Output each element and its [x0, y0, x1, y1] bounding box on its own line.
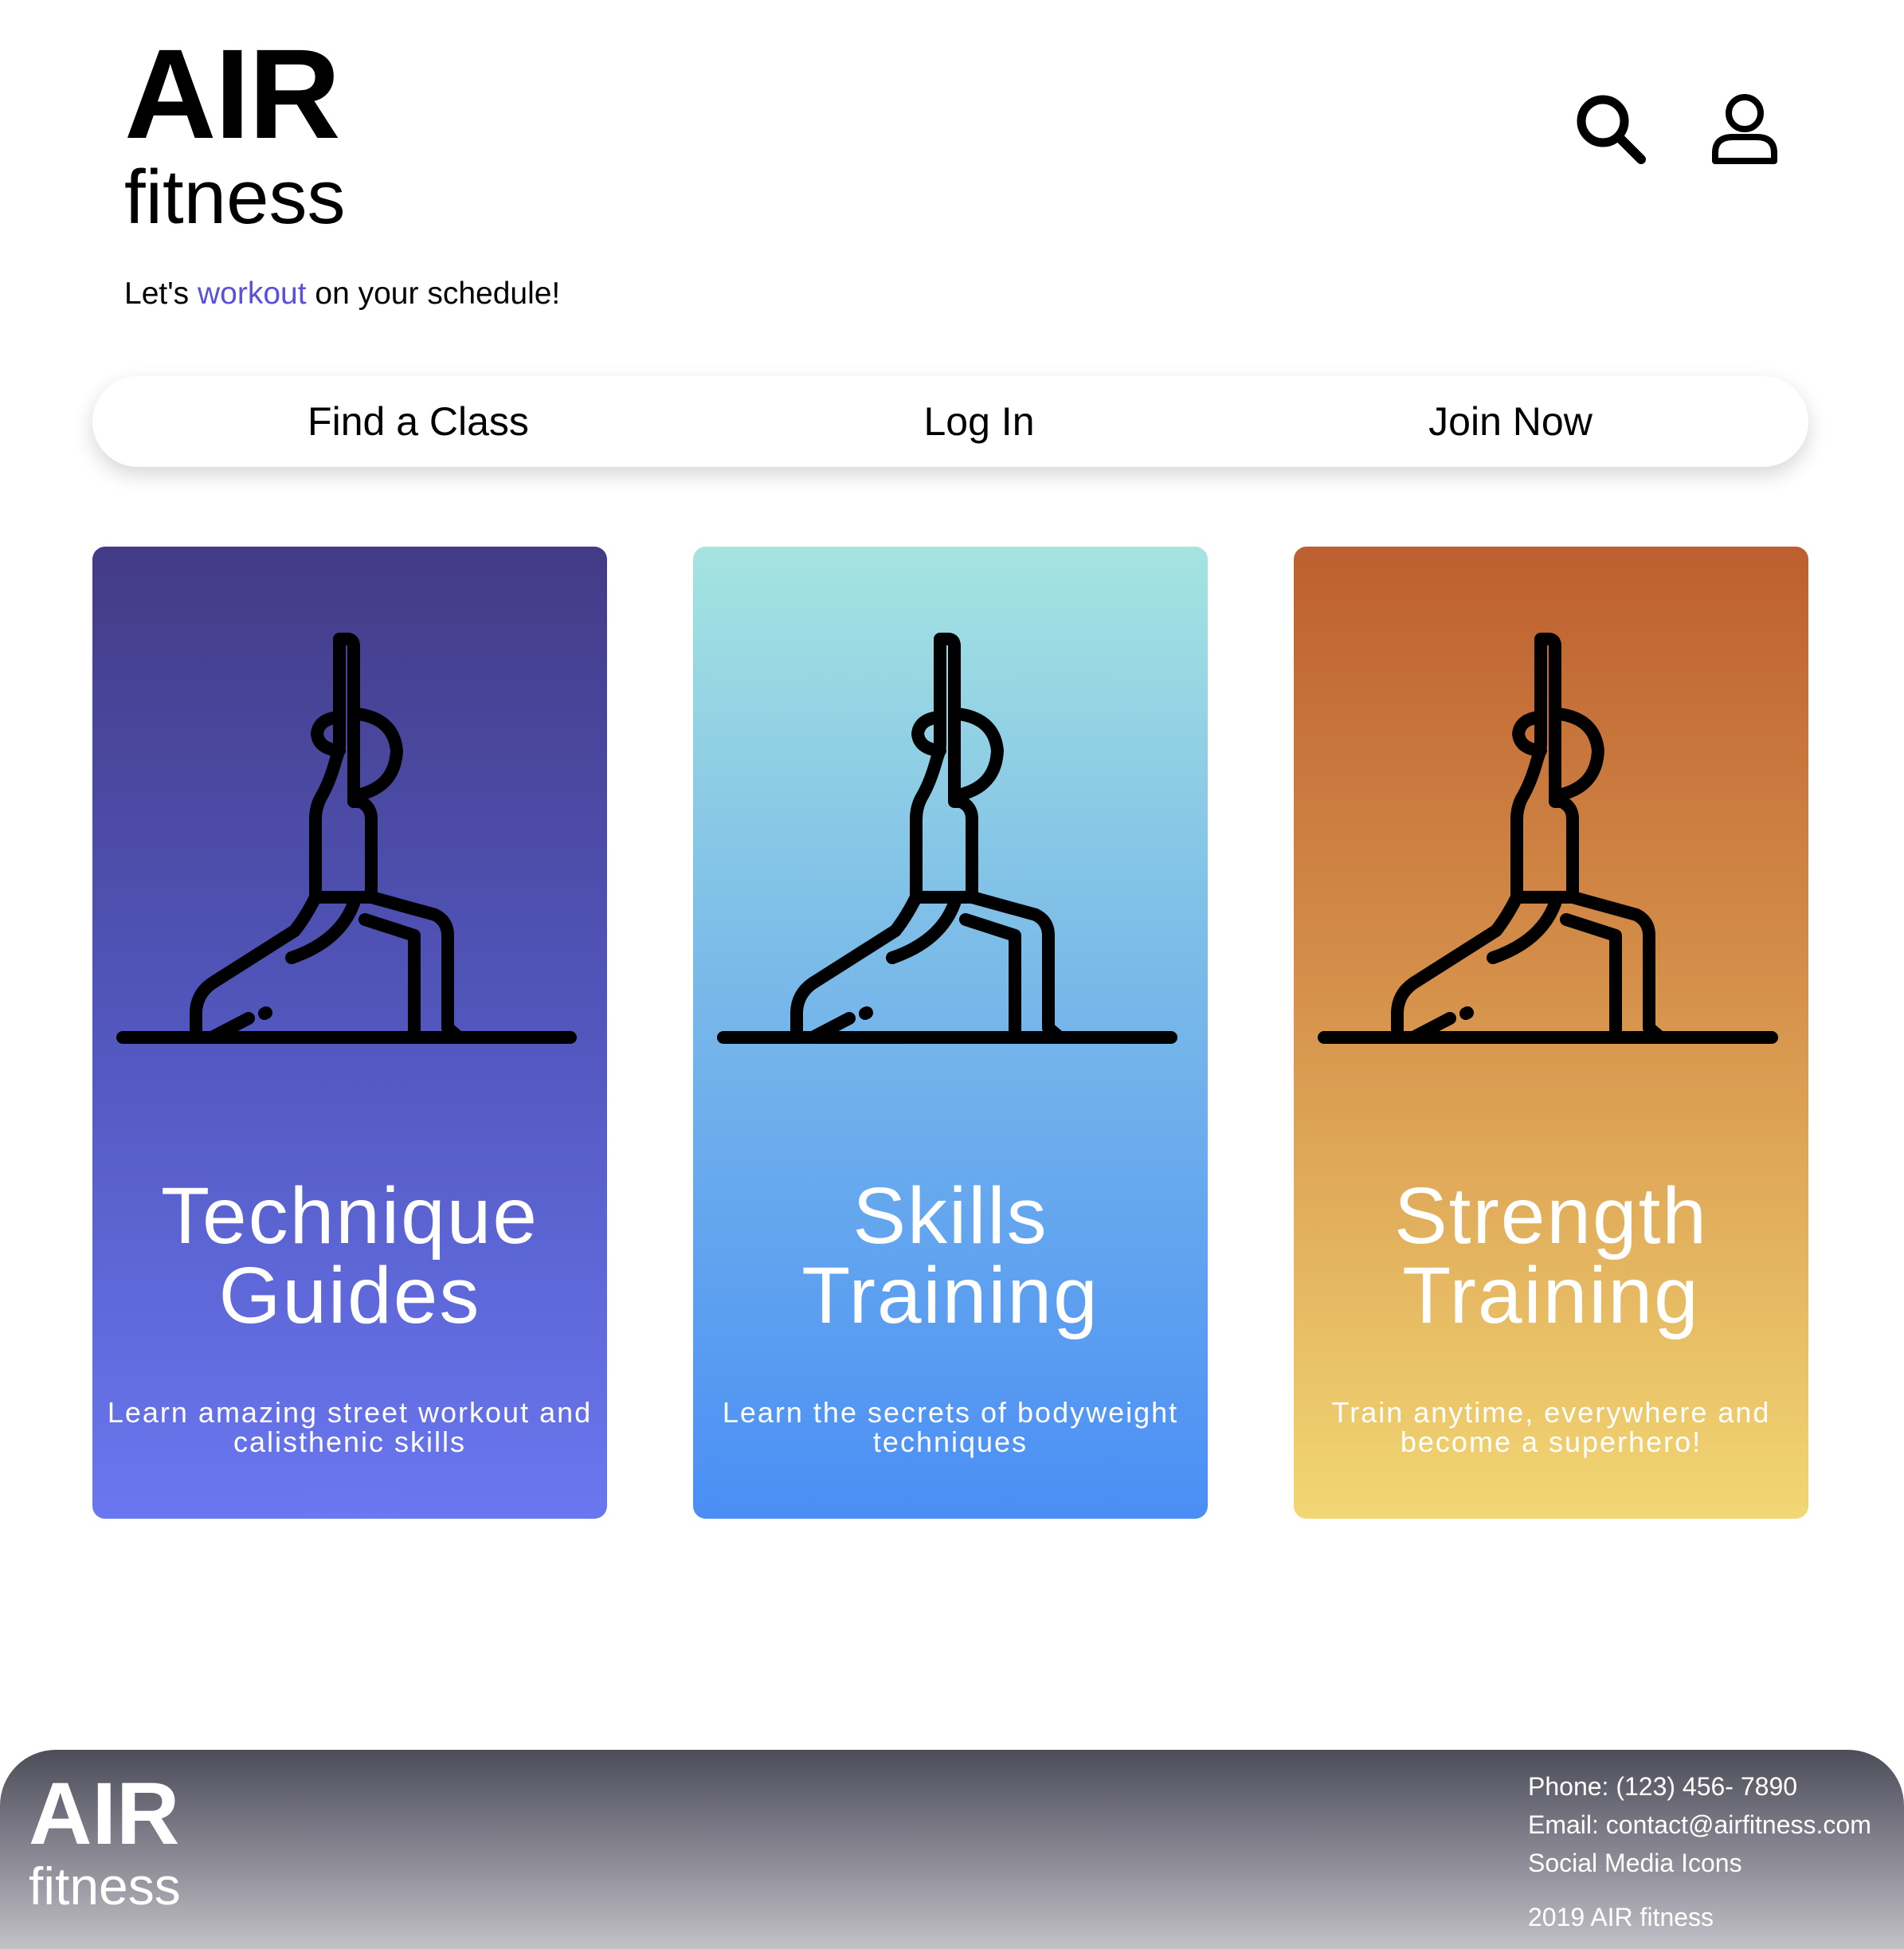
nav-join-now[interactable]: Join Now	[1428, 376, 1593, 467]
footer-logo[interactable]: AIR fitness	[29, 1765, 181, 1916]
nav-find-a-class[interactable]: Find a Class	[308, 376, 529, 467]
footer-social-icons[interactable]: Social Media Icons	[1528, 1844, 1871, 1882]
user-icon[interactable]	[1705, 89, 1785, 169]
tagline-start: Let's	[124, 276, 198, 311]
yoga-pose-icon	[116, 633, 577, 1044]
card-title-line: Skills	[852, 1171, 1048, 1261]
tagline-end: on your schedule!	[306, 276, 561, 311]
footer-logo-air: AIR	[29, 1765, 180, 1863]
main-nav: Find a Class Log In Join Now	[92, 376, 1808, 467]
card-description: Learn amazing street workout and calisth…	[107, 1396, 593, 1458]
card-description: Learn the secrets of bodyweight techniqu…	[722, 1396, 1179, 1458]
footer-contact-info: Phone: (123) 456- 7890 Email: contact@ai…	[1528, 1767, 1871, 1936]
card-title: Strength Training	[1294, 1176, 1808, 1335]
nav-log-in[interactable]: Log In	[923, 376, 1034, 467]
tagline: Let's workout on your schedule!	[124, 276, 560, 312]
card-title-line: Guides	[218, 1251, 481, 1340]
card-title: Skills Training	[693, 1176, 1208, 1335]
yoga-pose-icon	[1318, 633, 1778, 1044]
footer-logo-fitness: fitness	[29, 1857, 181, 1916]
tagline-accent: workout	[198, 276, 307, 311]
footer-email[interactable]: Email: contact@airfitness.com	[1528, 1806, 1871, 1844]
card-title: Technique Guides	[92, 1176, 607, 1335]
site-footer: AIR fitness Phone: (123) 456- 7890 Email…	[0, 1750, 1904, 1949]
logo-air-text: AIR	[124, 22, 341, 165]
footer-copyright: 2019 AIR fitness	[1528, 1903, 1714, 1931]
footer-phone: Phone: (123) 456- 7890	[1528, 1772, 1798, 1801]
site-logo[interactable]: AIR fitness	[124, 30, 363, 236]
card-strength-training[interactable]: Strength Training Train anytime, everywh…	[1294, 547, 1808, 1519]
card-title-line: Technique	[161, 1171, 539, 1261]
card-skills-training[interactable]: Skills Training Learn the secrets of bod…	[693, 547, 1208, 1519]
card-technique-guides[interactable]: Technique Guides Learn amazing street wo…	[92, 547, 607, 1519]
card-title-line: Strength	[1393, 1171, 1709, 1261]
yoga-pose-icon	[717, 633, 1177, 1044]
card-description: Train anytime, everywhere and become a s…	[1331, 1396, 1771, 1458]
card-title-line: Training	[801, 1251, 1099, 1340]
card-title-line: Training	[1402, 1251, 1700, 1340]
search-icon[interactable]	[1571, 89, 1651, 169]
logo-fitness-text: fitness	[124, 155, 346, 240]
